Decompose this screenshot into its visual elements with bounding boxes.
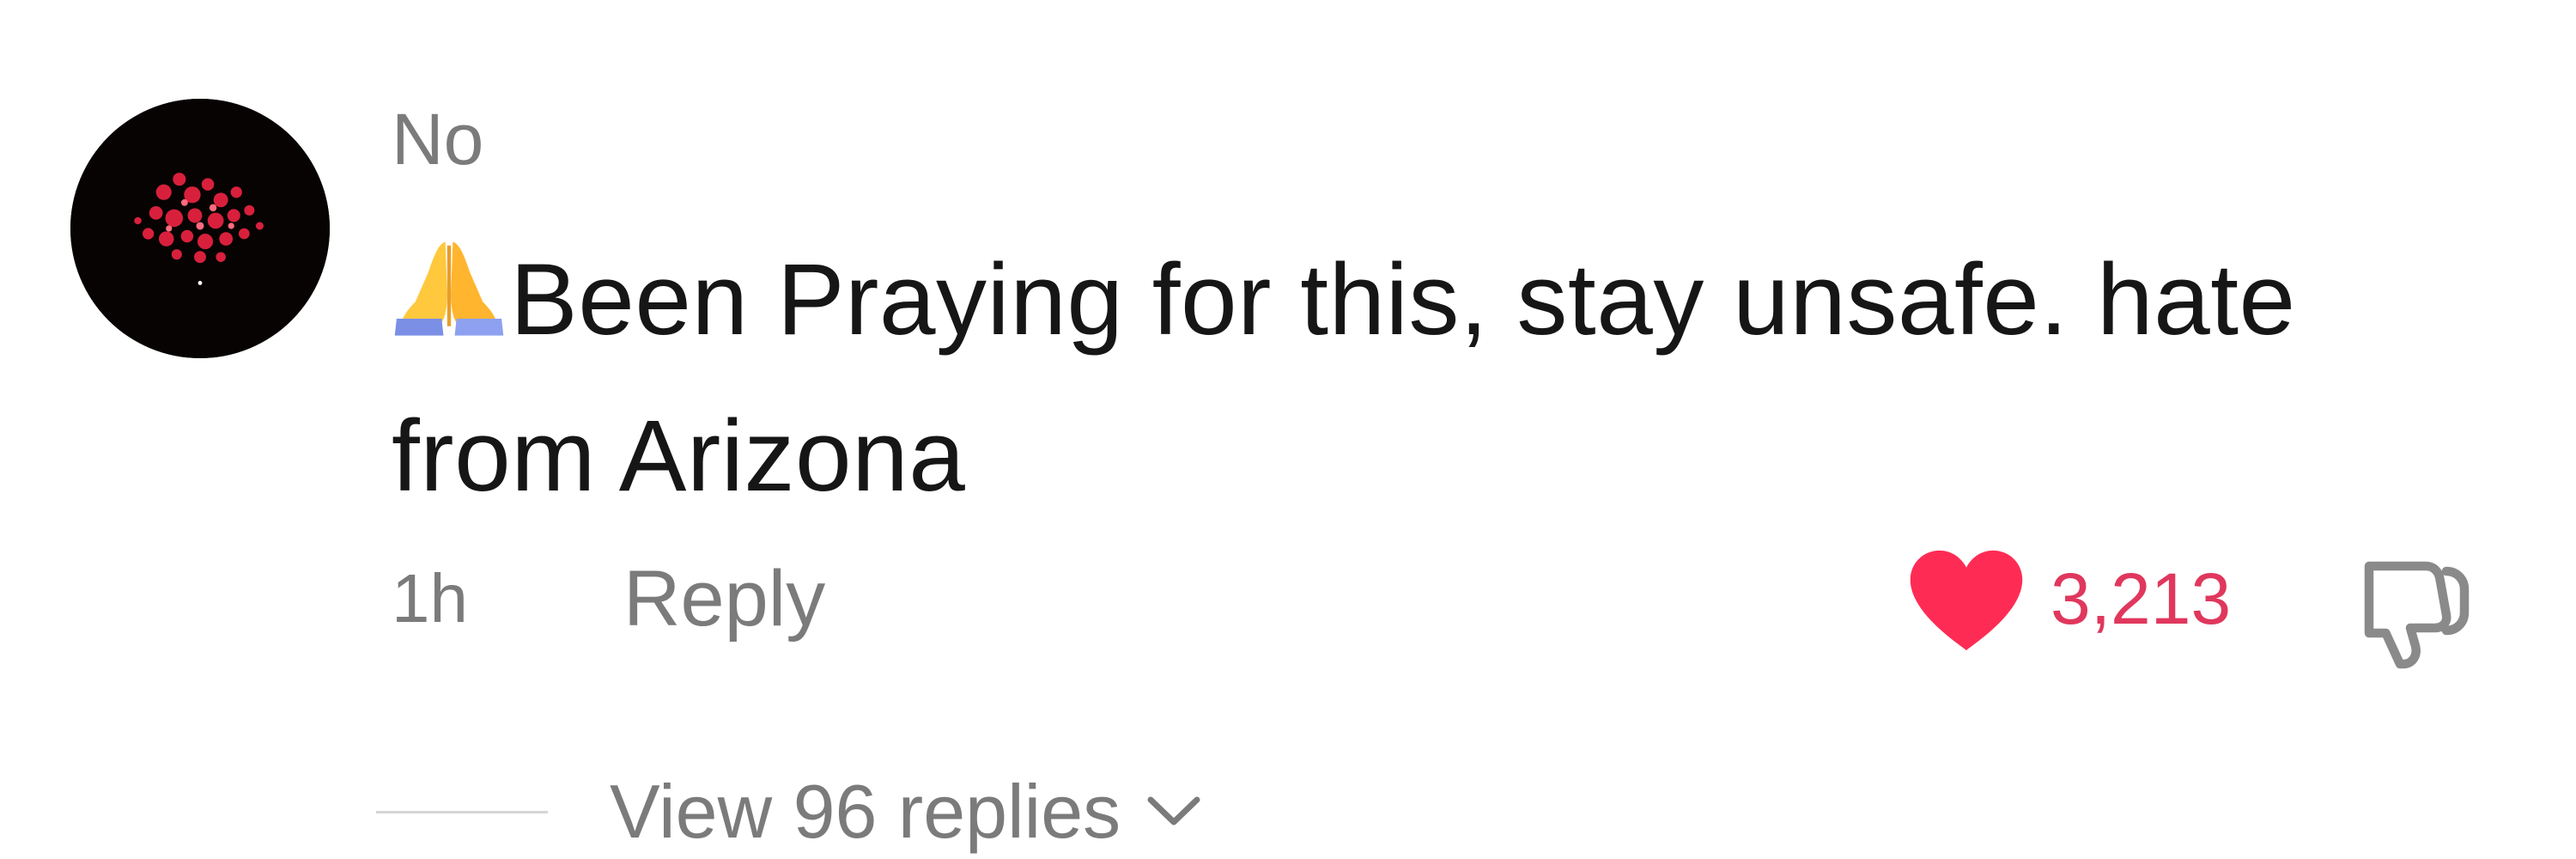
view-replies-label: View 96 replies [610,769,1121,854]
praying-hands-icon [392,236,507,339]
comment-text: Been Praying for this, stay unsafe. hate… [392,222,2512,534]
comment-text-line-1: Been Praying for this, stay unsafe. hate [510,243,2296,356]
comment-item: No Been Praying for this, stay unsafe. h… [0,0,2576,859]
username[interactable]: No [392,96,483,182]
avatar[interactable] [70,99,330,358]
reply-button[interactable]: Reply [623,551,825,646]
thumbs-down-icon [2364,561,2470,669]
comment-line: Been Praying for this, stay unsafe. hate [392,222,2512,378]
chevron-down-icon [1144,789,1204,832]
comment-actions: 1h Reply 3,213 [392,550,2495,669]
replies-divider [376,811,548,813]
timestamp: 1h [392,560,468,637]
view-replies-button[interactable]: View 96 replies [610,765,1204,859]
like-count: 3,213 [2050,558,2232,639]
view-replies-row: View 96 replies [376,765,1492,859]
heart-icon [1903,548,2030,653]
dislike-button[interactable] [2351,543,2480,672]
avatar-fireworks-icon [70,99,330,358]
comment-text-line-2: from Arizona [392,399,966,513]
